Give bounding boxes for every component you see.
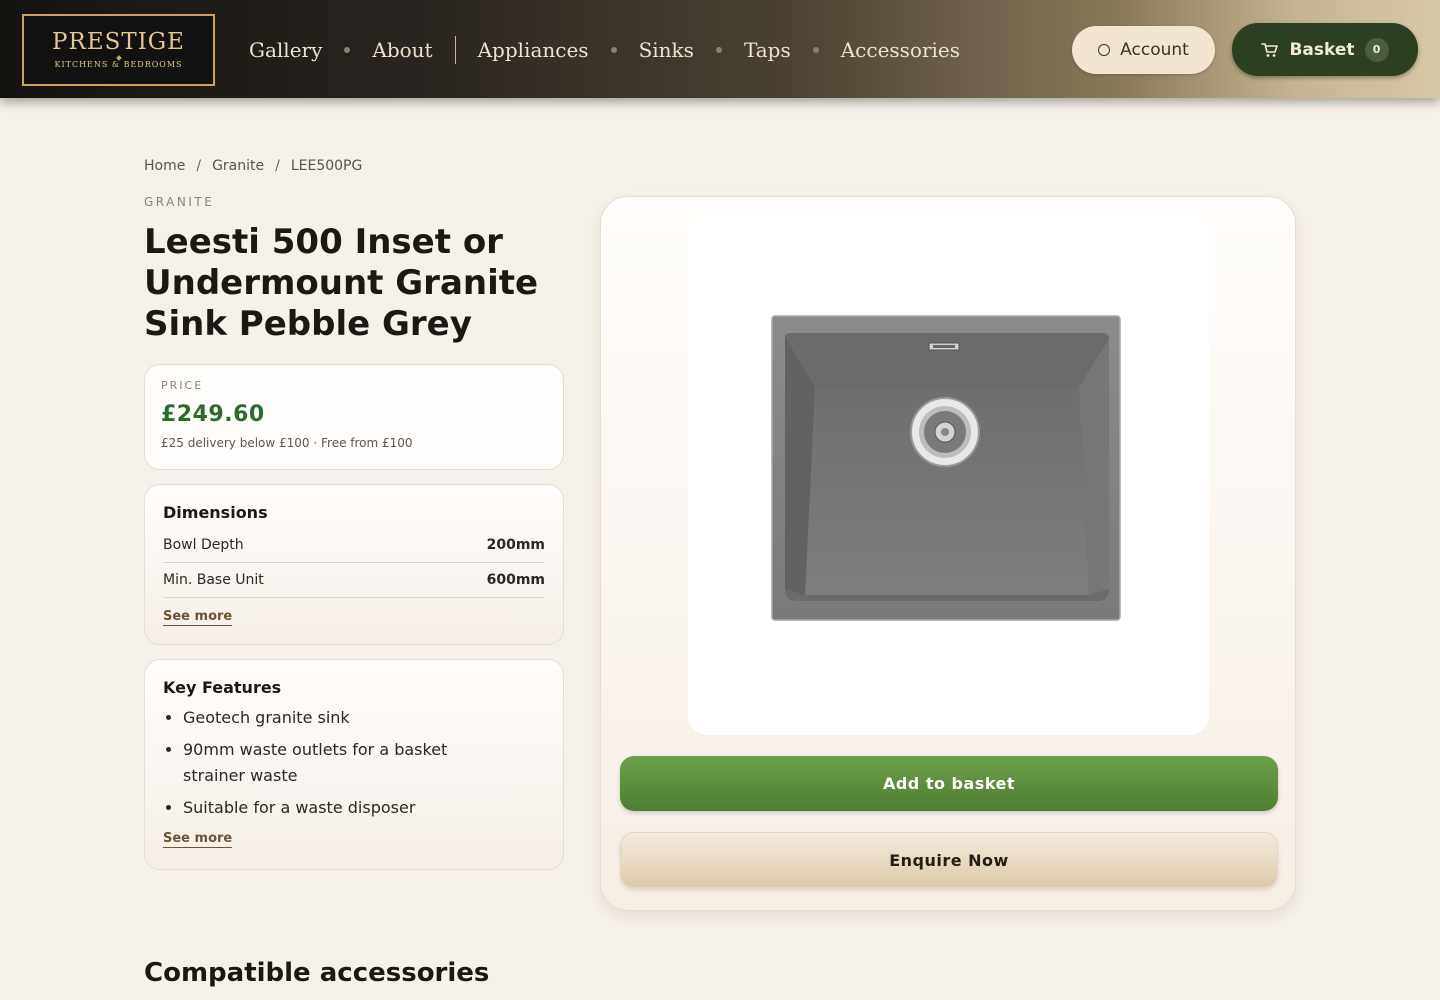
dimensions-table: Bowl Depth 200mm Min. Base Unit 600mm bbox=[163, 528, 545, 598]
price-card: PRICE £249.60 £25 delivery below £100 · … bbox=[144, 364, 564, 470]
nav-accessories[interactable]: Accessories bbox=[841, 38, 960, 62]
compatible-accessories-heading: Compatible accessories bbox=[144, 958, 490, 988]
product-title: Leesti 500 Inset or Undermount Granite S… bbox=[144, 222, 539, 344]
basket-count-badge: 0 bbox=[1364, 37, 1389, 62]
brand-logo[interactable]: PRESTIGE KITCHENS & BEDROOMS bbox=[22, 14, 215, 86]
product-category: GRANITE bbox=[144, 195, 215, 209]
key-features-title: Key Features bbox=[163, 678, 282, 697]
nav-taps[interactable]: Taps bbox=[744, 38, 791, 62]
breadcrumb-separator: / bbox=[196, 158, 202, 174]
nav-gallery[interactable]: Gallery bbox=[249, 38, 322, 62]
product-image-frame bbox=[688, 216, 1209, 735]
nav-separator-dot bbox=[812, 47, 819, 53]
feature-item: Suitable for a waste disposer bbox=[183, 795, 545, 821]
basket-button[interactable]: Basket 0 bbox=[1232, 23, 1418, 76]
top-navigation-bar: PRESTIGE KITCHENS & BEDROOMS Gallery Abo… bbox=[0, 0, 1440, 98]
logo-tagline: KITCHENS & BEDROOMS bbox=[54, 60, 183, 69]
delivery-note: £25 delivery below £100 · Free from £100 bbox=[161, 436, 413, 450]
nav-separator-line bbox=[454, 36, 456, 64]
cart-icon bbox=[1261, 42, 1279, 57]
add-to-basket-button[interactable]: Add to basket bbox=[620, 756, 1278, 811]
product-image-sink bbox=[771, 315, 1121, 621]
price-label: PRICE bbox=[161, 379, 204, 392]
breadcrumb-separator: / bbox=[275, 158, 280, 174]
nav-about[interactable]: About bbox=[372, 38, 432, 62]
basket-label: Basket bbox=[1289, 39, 1355, 60]
feature-item: Geotech granite sink bbox=[183, 705, 545, 731]
dimensions-see-more-link[interactable]: See more bbox=[163, 609, 233, 626]
nav-separator-dot bbox=[715, 47, 722, 53]
key-features-card: Key Features Geotech granite sink 90mm w… bbox=[144, 659, 564, 870]
breadcrumb-current: LEE500PG bbox=[290, 158, 363, 174]
key-features-list: Geotech granite sink 90mm waste outlets … bbox=[163, 705, 545, 821]
account-button[interactable]: Account bbox=[1072, 26, 1215, 74]
main-nav: Gallery About Appliances Sinks Taps Acce… bbox=[249, 36, 960, 64]
dimensions-title: Dimensions bbox=[163, 503, 268, 522]
product-panel: Add to basket Enquire Now bbox=[600, 196, 1296, 911]
feature-item: 90mm waste outlets for a basket strainer… bbox=[183, 737, 483, 789]
user-icon bbox=[1098, 44, 1111, 56]
dimension-value: 600mm bbox=[486, 572, 545, 588]
nav-sinks[interactable]: Sinks bbox=[639, 38, 694, 62]
breadcrumb-granite[interactable]: Granite bbox=[212, 158, 264, 174]
nav-separator-dot bbox=[610, 47, 617, 53]
breadcrumb-home[interactable]: Home bbox=[144, 158, 185, 174]
nav-appliances[interactable]: Appliances bbox=[478, 38, 589, 62]
dimension-row: Min. Base Unit 600mm bbox=[163, 563, 545, 598]
breadcrumb: Home / Granite / LEE500PG bbox=[144, 158, 362, 174]
enquire-now-button[interactable]: Enquire Now bbox=[620, 832, 1278, 888]
dimension-label: Bowl Depth bbox=[163, 537, 244, 553]
account-label: Account bbox=[1120, 40, 1189, 60]
dimension-row: Bowl Depth 200mm bbox=[163, 528, 545, 563]
nav-separator-dot bbox=[344, 47, 351, 53]
price-value: £249.60 bbox=[161, 402, 265, 427]
logo-wordmark: PRESTIGE bbox=[52, 29, 185, 55]
dimensions-card: Dimensions Bowl Depth 200mm Min. Base Un… bbox=[144, 484, 564, 645]
dimension-label: Min. Base Unit bbox=[163, 572, 264, 588]
dimension-value: 200mm bbox=[486, 537, 545, 553]
features-see-more-link[interactable]: See more bbox=[163, 831, 233, 848]
